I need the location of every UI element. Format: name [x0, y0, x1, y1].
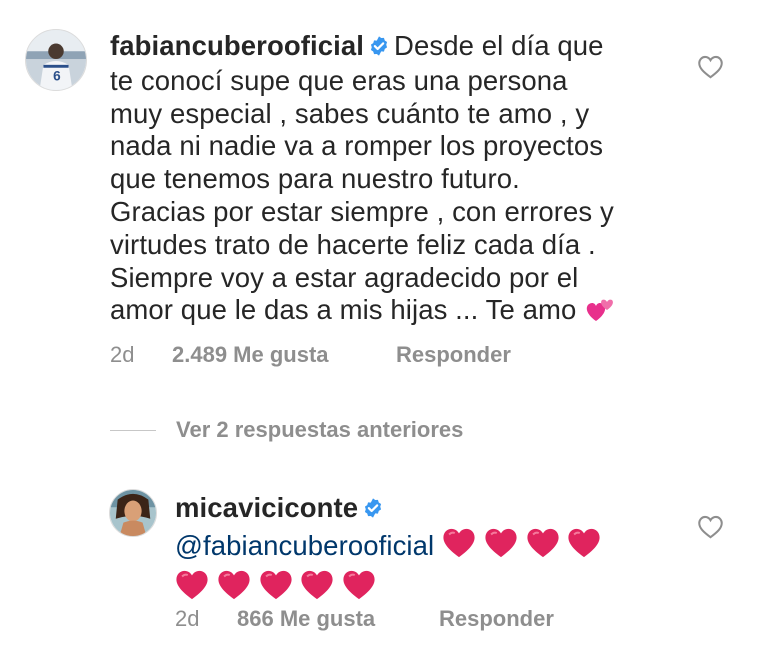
avatar-micaviciconte[interactable]: [109, 489, 157, 537]
verified-badge-icon: [362, 492, 384, 527]
red-heart-emoji: [342, 569, 376, 609]
comment-1-line-4: que tenemos para nuestro futuro.: [110, 163, 520, 195]
comment-2-likes[interactable]: 866 Me gusta: [237, 606, 439, 632]
comment-1-reply-button[interactable]: Responder: [396, 342, 511, 368]
comment-1-line-0: Desde el día que: [394, 30, 604, 61]
red-heart-emoji: [567, 527, 601, 567]
red-heart-emoji: [175, 569, 209, 609]
comment-2-reply-button[interactable]: Responder: [439, 606, 554, 632]
like-comment-1-heart-icon[interactable]: [697, 54, 724, 84]
comment-1-likes[interactable]: 2.489 Me gusta: [172, 342, 396, 368]
view-replies-label: Ver 2 respuestas anteriores: [176, 417, 464, 442]
two-hearts-emoji: [584, 295, 616, 331]
comment-1-line-1: te conocí supe que eras una persona: [110, 64, 568, 96]
comment-2-body: micaviciconte @fabiancuberooficial: [175, 490, 645, 609]
red-heart-emoji: [259, 569, 293, 609]
view-replies-button[interactable]: Ver 2 respuestas anteriores: [110, 417, 463, 443]
comment-1-line-5: Gracias por estar siempre , con errores …: [110, 195, 614, 227]
avatar-fabiancuberooficial[interactable]: 6: [25, 29, 87, 91]
red-heart-emoji: [217, 569, 251, 609]
comment-2-meta: 2d 866 Me gusta Responder: [175, 606, 554, 632]
comment-1-line-7: Siempre voy a estar agradecido por el: [110, 261, 579, 293]
red-hearts-row-1: [442, 528, 601, 561]
view-replies-divider: [110, 429, 156, 431]
avatar-image: [110, 490, 156, 536]
comment-1-username[interactable]: fabiancuberooficial: [110, 30, 364, 61]
comment-1-line-2: muy especial , sabes cuánto te amo , y: [110, 97, 590, 129]
red-hearts-row-2: [175, 569, 645, 609]
red-heart-emoji: [526, 527, 560, 567]
red-heart-emoji: [300, 569, 334, 609]
svg-text:6: 6: [53, 68, 61, 83]
comment-2-time[interactable]: 2d: [175, 606, 237, 632]
avatar-image: 6: [26, 30, 86, 90]
comment-1-line-3: nada ni nadie va a romper los proyectos: [110, 130, 604, 162]
comment-1-time[interactable]: 2d: [110, 342, 172, 368]
red-heart-emoji: [442, 527, 476, 567]
verified-badge-icon: [368, 32, 390, 65]
comment-1-body: fabiancuberooficial Desde el día que te c…: [110, 30, 670, 331]
red-heart-emoji: [484, 527, 518, 567]
comment-2-username[interactable]: micaviciconte: [175, 492, 358, 523]
comment-1-meta: 2d 2.489 Me gusta Responder: [110, 342, 511, 368]
comment-2-mention-link[interactable]: @fabiancuberooficial: [175, 530, 434, 561]
comment-1-line-8: amor que le das a mis hijas ... Te amo: [110, 294, 577, 326]
comment-1-line-6: virtudes trato de hacerte feliz cada día…: [110, 228, 596, 260]
like-comment-2-heart-icon[interactable]: [697, 514, 724, 544]
